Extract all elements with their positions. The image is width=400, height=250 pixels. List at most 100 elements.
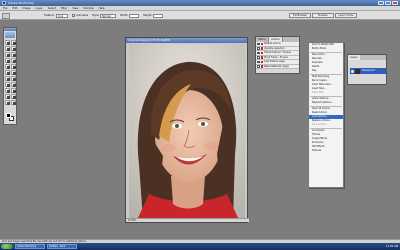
toggle-checkbox[interactable] bbox=[257, 65, 260, 68]
layer-thumbnail bbox=[355, 68, 360, 74]
crop-tool-icon[interactable] bbox=[5, 52, 10, 57]
dialog-toggle-icon[interactable] bbox=[260, 51, 263, 54]
menu-filter[interactable]: Filter bbox=[61, 6, 67, 11]
feather-label: Feather: bbox=[44, 14, 55, 17]
foreground-color-swatch[interactable] bbox=[6, 113, 11, 118]
layers-palette: Layers Background bbox=[347, 54, 387, 85]
layers-palette-tabs: Layers bbox=[348, 55, 386, 60]
toolbox-grip[interactable] bbox=[4, 28, 16, 31]
actions-palette: History Actions Default Actions Vignette… bbox=[255, 36, 300, 74]
healing-brush-tool-icon[interactable] bbox=[5, 58, 10, 63]
notes-tool-icon[interactable] bbox=[5, 94, 10, 99]
move-tool-icon[interactable] bbox=[11, 40, 16, 45]
hand-tool-icon[interactable] bbox=[5, 100, 10, 105]
brush-tool-icon[interactable] bbox=[11, 58, 16, 63]
menu-edit[interactable]: Edit bbox=[12, 6, 17, 11]
dialog-toggle-icon[interactable] bbox=[260, 65, 263, 68]
action-label: Default Actions bbox=[264, 42, 281, 46]
portrait-photo-drawing bbox=[129, 44, 245, 220]
marquee-tool-icon[interactable] bbox=[5, 40, 10, 45]
style-select[interactable]: Normal bbox=[100, 13, 116, 18]
flyout-menu-item: Save Actions... bbox=[312, 123, 329, 126]
tab-history[interactable]: History bbox=[256, 37, 270, 42]
layer-row-background[interactable]: Background bbox=[350, 68, 386, 74]
task-paint[interactable]: Untitled - Paint bbox=[47, 244, 77, 249]
minimize-button[interactable] bbox=[378, 1, 384, 5]
action-label: Cast Shadow (type) bbox=[264, 60, 286, 64]
menu-image[interactable]: Image bbox=[22, 6, 30, 11]
menu-help[interactable]: Help bbox=[99, 6, 105, 11]
action-label: Water Reflection (type) bbox=[264, 64, 290, 68]
actions-flyout-menu: Dock to Palette Well Button Mode New Actio… bbox=[308, 42, 344, 188]
document-zoom-status: 33.33% bbox=[126, 218, 249, 222]
eraser-tool-icon[interactable] bbox=[5, 70, 10, 75]
menu-file[interactable]: File bbox=[3, 6, 7, 11]
eye-icon[interactable] bbox=[351, 69, 354, 73]
toolbox bbox=[3, 27, 17, 125]
menu-window[interactable]: Window bbox=[83, 6, 93, 11]
document-title[interactable]: cindy-smiling.jpg @ 33.3% (RGB/8) bbox=[126, 38, 247, 43]
action-label: Wood Frame - 50 pixel bbox=[264, 55, 289, 59]
taskbar: Adobe Photoshop Untitled - Paint 11:25 A… bbox=[0, 243, 400, 250]
action-label: Frame Channel - 50 pixel bbox=[264, 51, 292, 55]
dodge-tool-icon[interactable] bbox=[11, 76, 16, 81]
magic-wand-tool-icon[interactable] bbox=[11, 46, 16, 51]
photoshop-logo-icon[interactable] bbox=[5, 32, 15, 38]
start-button[interactable] bbox=[1, 244, 13, 249]
options-bar: Feather: 0 px Anti-alias Style: Normal W… bbox=[0, 11, 400, 20]
lasso-tool-icon[interactable] bbox=[5, 46, 10, 51]
pen-tool-icon[interactable] bbox=[5, 88, 10, 93]
eyedropper-tool-icon[interactable] bbox=[11, 94, 16, 99]
width-input[interactable] bbox=[129, 13, 139, 18]
flyout-menu-item: Insert Path bbox=[312, 91, 324, 94]
dialog-toggle-icon[interactable] bbox=[260, 47, 263, 50]
maximize-button[interactable] bbox=[385, 1, 391, 5]
well-layer-comps[interactable]: Layer Comps bbox=[335, 13, 357, 18]
slice-tool-icon[interactable] bbox=[11, 52, 16, 57]
flyout-menu-item[interactable]: Playback Options... bbox=[309, 101, 343, 105]
menu-layer[interactable]: Layer bbox=[36, 6, 43, 11]
window-title: Adobe Photoshop bbox=[8, 1, 35, 5]
menu-select[interactable]: Select bbox=[48, 6, 56, 11]
action-row[interactable]: Water Reflection (type) bbox=[256, 64, 299, 69]
well-file-browser[interactable]: File Browser bbox=[289, 13, 311, 18]
action-label: Vignette (selection) bbox=[264, 46, 286, 50]
zoom-tool-icon[interactable] bbox=[11, 100, 16, 105]
gradient-tool-icon[interactable] bbox=[11, 70, 16, 75]
height-input[interactable] bbox=[153, 13, 163, 18]
layer-name: Background bbox=[362, 69, 376, 72]
tool-preset-picker[interactable] bbox=[2, 12, 10, 19]
toggle-checkbox[interactable] bbox=[257, 51, 260, 54]
toggle-checkbox[interactable] bbox=[257, 56, 260, 59]
document-window: cindy-smiling.jpg @ 33.3% (RGB/8) 33.33% bbox=[125, 37, 249, 223]
toggle-checkbox[interactable] bbox=[257, 47, 260, 50]
flyout-menu-item[interactable]: Button Mode bbox=[309, 47, 343, 51]
clone-stamp-tool-icon[interactable] bbox=[5, 64, 10, 69]
toggle-checkbox[interactable] bbox=[257, 60, 260, 63]
toggle-checkbox[interactable] bbox=[257, 42, 260, 45]
well-brushes[interactable]: Brushes bbox=[312, 13, 334, 18]
path-selection-tool-icon[interactable] bbox=[5, 82, 10, 87]
tab-actions[interactable]: Actions bbox=[269, 37, 283, 42]
photoshop-app-icon bbox=[2, 1, 6, 5]
blur-tool-icon[interactable] bbox=[5, 76, 10, 81]
feather-input[interactable]: 0 px bbox=[56, 13, 68, 18]
flyout-menu-item[interactable]: Textures bbox=[309, 149, 343, 153]
close-button[interactable] bbox=[392, 1, 398, 5]
taskbar-clock: 11:25 AM bbox=[385, 244, 398, 248]
history-brush-tool-icon[interactable] bbox=[11, 64, 16, 69]
height-label: Height: bbox=[143, 14, 153, 17]
antialias-checkbox[interactable] bbox=[72, 14, 75, 17]
portrait-photo[interactable] bbox=[129, 44, 245, 220]
dialog-toggle-icon[interactable] bbox=[260, 42, 263, 45]
menu-view[interactable]: View bbox=[72, 6, 78, 11]
shape-tool-icon[interactable] bbox=[11, 88, 16, 93]
tab-layers[interactable]: Layers bbox=[348, 55, 360, 60]
width-label: Width: bbox=[120, 14, 129, 17]
task-photoshop[interactable]: Adobe Photoshop bbox=[15, 244, 45, 249]
dialog-toggle-icon[interactable] bbox=[260, 60, 263, 63]
type-tool-icon[interactable] bbox=[11, 82, 16, 87]
dialog-toggle-icon[interactable] bbox=[260, 56, 263, 59]
style-label: Style: bbox=[92, 14, 100, 17]
flyout-menu-item[interactable]: Play bbox=[309, 69, 343, 73]
